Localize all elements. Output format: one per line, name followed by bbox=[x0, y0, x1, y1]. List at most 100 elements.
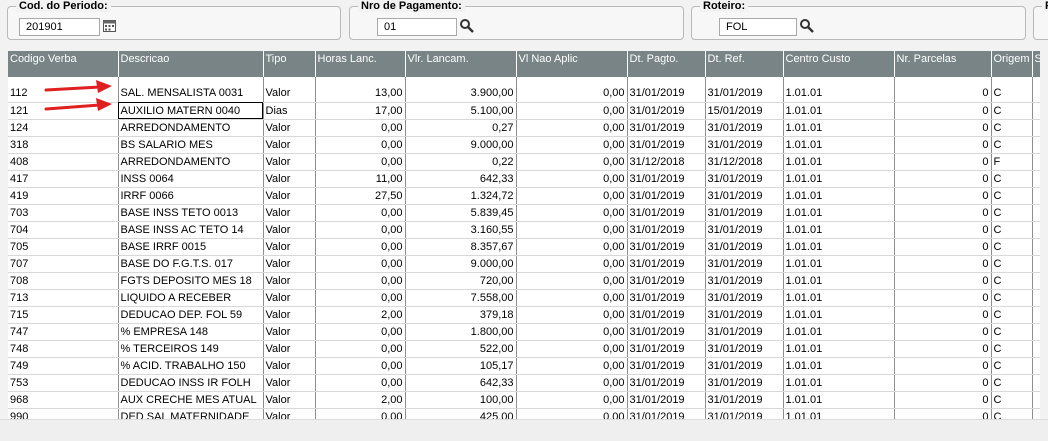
table-cell[interactable]: 105,17 bbox=[405, 357, 517, 375]
table-row[interactable]: 112 SAL. MENSALISTA 0031 Valor 13,00 3.900,0… bbox=[8, 85, 1040, 103]
table-cell[interactable]: 704 bbox=[8, 221, 119, 239]
table-cell[interactable]: 31/01/2019 bbox=[627, 119, 706, 137]
table-cell[interactable]: 0,00 bbox=[315, 408, 406, 419]
table-cell[interactable]: 100,00 bbox=[405, 391, 517, 409]
table-cell[interactable]: 31/01/2019 bbox=[627, 272, 706, 290]
table-row[interactable]: 419 IRRF 0066 Valor 27,50 1.324,72 0,00 31/01/… bbox=[8, 187, 1040, 205]
table-cell[interactable] bbox=[1032, 289, 1040, 307]
table-cell[interactable]: INSS 0064 bbox=[118, 170, 264, 188]
table-cell[interactable]: 0 bbox=[894, 153, 992, 171]
table-row[interactable]: 753 DEDUCAO INSS IR FOLH Valor 0,00 642,33 0,… bbox=[8, 374, 1040, 392]
table-cell[interactable]: 124 bbox=[8, 119, 119, 137]
table-cell[interactable]: 1.01.01 bbox=[783, 323, 895, 341]
table-cell[interactable]: 31/01/2019 bbox=[705, 408, 784, 419]
table-cell[interactable]: 0,00 bbox=[516, 306, 628, 324]
column-header[interactable]: Origem bbox=[991, 51, 1033, 77]
table-cell[interactable]: 990 bbox=[8, 408, 119, 419]
table-cell[interactable]: 0 bbox=[894, 323, 992, 341]
table-cell[interactable]: BS SALARIO MES bbox=[118, 136, 264, 154]
table-cell[interactable]: 1.01.01 bbox=[783, 153, 895, 171]
table-cell[interactable]: 0 bbox=[894, 119, 992, 137]
table-cell[interactable]: 0,00 bbox=[315, 272, 406, 290]
table-cell[interactable]: 0,00 bbox=[516, 340, 628, 358]
table-cell[interactable]: 1.01.01 bbox=[783, 136, 895, 154]
column-header[interactable]: Dt. Ref. bbox=[705, 51, 784, 77]
table-cell[interactable]: 31/01/2019 bbox=[627, 136, 706, 154]
table-cell[interactable]: 705 bbox=[8, 238, 119, 256]
table-row[interactable]: 990 DED SAL MATERNIDADE Valor 0,00 425,00 0,0… bbox=[8, 408, 1040, 419]
table-cell[interactable] bbox=[1032, 357, 1040, 375]
table-cell[interactable]: 31/01/2019 bbox=[705, 255, 784, 273]
table-cell[interactable] bbox=[1032, 306, 1040, 324]
table-cell[interactable]: Valor bbox=[263, 306, 316, 324]
table-cell[interactable]: 31/01/2019 bbox=[705, 374, 784, 392]
table-cell[interactable] bbox=[1032, 136, 1040, 154]
table-cell[interactable] bbox=[1032, 170, 1040, 188]
table-cell[interactable]: 31/01/2019 bbox=[705, 119, 784, 137]
table-cell[interactable]: 31/01/2019 bbox=[705, 170, 784, 188]
table-cell[interactable]: 31/01/2019 bbox=[705, 204, 784, 222]
table-row[interactable]: 747% EMPRESA 148 Valor 0,00 1.800,00 0,00 31/… bbox=[8, 323, 1040, 341]
table-cell[interactable]: 0,00 bbox=[315, 374, 406, 392]
table-cell[interactable] bbox=[1032, 238, 1040, 256]
table-cell[interactable]: 27,50 bbox=[315, 187, 406, 205]
table-cell[interactable]: 0,00 bbox=[516, 238, 628, 256]
table-cell[interactable]: Dias bbox=[263, 102, 316, 120]
table-cell[interactable]: 0 bbox=[894, 136, 992, 154]
table-cell[interactable] bbox=[1032, 102, 1040, 120]
table-cell[interactable]: 31/01/2019 bbox=[627, 408, 706, 419]
table-cell[interactable]: 0 bbox=[894, 85, 992, 103]
table-cell[interactable]: 0,00 bbox=[315, 238, 406, 256]
table-cell[interactable]: 642,33 bbox=[405, 170, 517, 188]
table-cell[interactable]: 31/01/2019 bbox=[705, 136, 784, 154]
table-cell[interactable]: 0 bbox=[894, 289, 992, 307]
table-cell[interactable] bbox=[1032, 323, 1040, 341]
table-cell[interactable]: 0,00 bbox=[516, 204, 628, 222]
table-cell[interactable]: C bbox=[991, 323, 1033, 341]
table-cell[interactable]: SAL. MENSALISTA 0031 bbox=[118, 85, 264, 103]
table-row[interactable]: 708 FGTS DEPOSITO MES 18 Valor 0,00 720,00 0,… bbox=[8, 272, 1040, 290]
table-cell[interactable]: 0,22 bbox=[405, 153, 517, 171]
table-cell[interactable]: 31/01/2019 bbox=[705, 85, 784, 103]
table-cell[interactable]: 31/01/2019 bbox=[705, 238, 784, 256]
table-cell[interactable]: DEDUCAO DEP. FOL 59 bbox=[118, 306, 264, 324]
table-cell[interactable]: 31/01/2019 bbox=[627, 323, 706, 341]
table-cell[interactable]: 0,00 bbox=[516, 187, 628, 205]
table-cell[interactable]: Valor bbox=[263, 255, 316, 273]
table-cell[interactable]: 2,00 bbox=[315, 306, 406, 324]
table-cell[interactable]: Valor bbox=[263, 204, 316, 222]
table-cell[interactable]: C bbox=[991, 306, 1033, 324]
table-cell[interactable]: 0,00 bbox=[516, 153, 628, 171]
table-row[interactable]: 715 DEDUCAO DEP. FOL 59 Valor 2,00 379,18 0,0… bbox=[8, 306, 1040, 324]
table-cell[interactable]: 0,00 bbox=[516, 323, 628, 341]
roteiro-input[interactable]: FOL bbox=[719, 18, 797, 36]
table-row[interactable]: 703 BASE INSS TETO 0013 Valor 0,00 5.839,45 0… bbox=[8, 204, 1040, 222]
table-cell[interactable] bbox=[1032, 85, 1040, 103]
table-cell[interactable] bbox=[1032, 119, 1040, 137]
table-cell[interactable]: 0,00 bbox=[516, 357, 628, 375]
table-cell[interactable]: 31/01/2019 bbox=[627, 289, 706, 307]
search-icon[interactable] bbox=[459, 18, 475, 34]
table-cell[interactable]: 1.01.01 bbox=[783, 238, 895, 256]
table-cell[interactable]: 17,00 bbox=[315, 102, 406, 120]
table-cell[interactable]: 7.558,00 bbox=[405, 289, 517, 307]
table-cell[interactable]: 417 bbox=[8, 170, 119, 188]
table-cell[interactable]: 5.839,45 bbox=[405, 204, 517, 222]
table-cell[interactable]: 1.01.01 bbox=[783, 391, 895, 409]
table-cell[interactable] bbox=[1032, 204, 1040, 222]
table-cell[interactable] bbox=[1032, 374, 1040, 392]
table-cell[interactable]: C bbox=[991, 187, 1033, 205]
table-cell[interactable]: 318 bbox=[8, 136, 119, 154]
table-cell[interactable]: 2,00 bbox=[315, 391, 406, 409]
table-cell[interactable]: 0,00 bbox=[516, 170, 628, 188]
table-cell[interactable]: Valor bbox=[263, 272, 316, 290]
table-cell[interactable]: 0,27 bbox=[405, 119, 517, 137]
table-cell[interactable]: 0 bbox=[894, 374, 992, 392]
table-cell[interactable]: 1.324,72 bbox=[405, 187, 517, 205]
table-cell[interactable] bbox=[1032, 153, 1040, 171]
table-cell[interactable]: 0,00 bbox=[516, 136, 628, 154]
table-cell[interactable]: 720,00 bbox=[405, 272, 517, 290]
table-cell[interactable]: 31/01/2019 bbox=[627, 102, 706, 120]
table-cell[interactable]: 31/01/2019 bbox=[705, 391, 784, 409]
table-cell[interactable]: Valor bbox=[263, 357, 316, 375]
